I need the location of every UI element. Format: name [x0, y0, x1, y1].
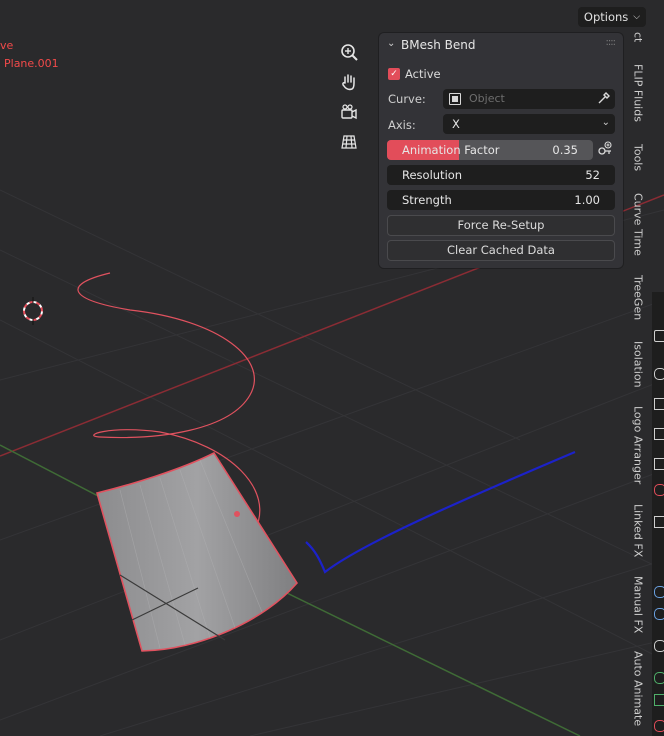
axis-dropdown[interactable]: X ⌄ — [443, 114, 615, 134]
sidebar-tab-logo-arranger[interactable]: Logo Arranger — [628, 404, 648, 486]
bmesh-bend-panel: ⌄ BMesh Bend :::: ✓ Active Curve: Object… — [379, 33, 623, 268]
active-label: Active — [405, 67, 441, 81]
zoom-icon[interactable] — [335, 38, 363, 66]
chevron-down-icon[interactable]: ⌄ — [387, 38, 395, 49]
object-label-plane: Plane.001 — [4, 57, 59, 70]
tool-icon[interactable] — [654, 516, 664, 528]
object-label-curve: ve — [0, 39, 14, 52]
sidebar-tab-linked-fx[interactable]: Linked FX — [628, 502, 648, 560]
panel-header[interactable]: ⌄ BMesh Bend :::: — [379, 33, 623, 57]
sidebar-tab-label: Linked FX — [631, 504, 645, 558]
3d-cursor-icon — [23, 297, 43, 325]
sidebar-tab-label: TreeGen — [631, 275, 645, 321]
curve-placeholder: Object — [469, 92, 505, 105]
sidebar-tab-label: Auto Animate — [631, 651, 645, 727]
tool-icon[interactable] — [654, 640, 664, 652]
tool-icon[interactable] — [654, 458, 664, 470]
tool-icon-strip — [652, 292, 664, 736]
tool-icon[interactable] — [654, 608, 664, 620]
tool-icon[interactable] — [654, 368, 664, 380]
tool-icon[interactable] — [654, 586, 664, 598]
sidebar-tab-manual-fx[interactable]: Manual FX — [628, 575, 648, 635]
tool-icon[interactable] — [654, 428, 664, 440]
resolution-field[interactable]: Resolution 52 — [387, 165, 615, 185]
animation-factor-label: Animation Factor — [402, 143, 500, 157]
active-checkbox-row[interactable]: ✓ Active — [388, 67, 441, 81]
tool-icon[interactable] — [654, 398, 664, 410]
sidebar-tab-ct[interactable]: ct — [628, 24, 648, 50]
resolution-value: 52 — [585, 168, 600, 182]
sidebar-tab-label: Logo Arranger — [631, 405, 645, 485]
animation-factor-value: 0.35 — [552, 143, 578, 157]
axis-value: X — [452, 117, 460, 131]
camera-icon[interactable] — [335, 98, 363, 126]
strength-field[interactable]: Strength 1.00 — [387, 190, 615, 210]
axis-label: Axis: — [388, 118, 416, 132]
bent-mesh — [96, 451, 298, 652]
sidebar-tab-auto-animate[interactable]: Auto Animate — [628, 651, 648, 727]
sidebar-tab-label: Tools — [631, 144, 645, 172]
force-resetup-button[interactable]: Force Re-Setup — [387, 215, 615, 236]
sidebar-tab-label: ct — [631, 31, 645, 43]
tool-icon[interactable] — [654, 330, 664, 342]
animation-factor-slider[interactable]: Animation Factor 0.35 — [387, 140, 593, 160]
chevron-down-icon: ⌄ — [601, 117, 610, 128]
tool-icon[interactable] — [654, 694, 664, 706]
eyedropper-icon[interactable] — [597, 91, 611, 108]
options-label: Options — [583, 10, 629, 24]
active-checkbox[interactable]: ✓ — [388, 68, 400, 80]
object-icon — [449, 93, 461, 105]
hand-pan-icon[interactable] — [335, 68, 363, 96]
drag-handle-icon[interactable]: :::: — [606, 37, 617, 48]
sidebar-tab-tools[interactable]: Tools — [628, 140, 648, 176]
origin-point — [234, 511, 240, 517]
curve-object-field[interactable]: Object — [443, 89, 615, 109]
sidebar-tab-label: FLIP Fluids — [631, 64, 645, 122]
sidebar-tab-label: Manual FX — [631, 576, 645, 634]
tool-icon[interactable] — [654, 672, 664, 684]
grid-perspective-icon[interactable] — [335, 128, 363, 156]
sidebar-tab-isolation[interactable]: Isolation — [628, 338, 648, 390]
tool-icon[interactable] — [654, 484, 664, 496]
clear-cached-data-button[interactable]: Clear Cached Data — [387, 240, 615, 261]
sidebar-tab-label: Isolation — [631, 340, 645, 388]
y-axis-line-right — [249, 574, 581, 736]
floor-grid — [0, 189, 664, 736]
strength-label: Strength — [402, 193, 452, 207]
curve-label: Curve: — [388, 92, 426, 106]
tool-icon[interactable] — [654, 720, 664, 732]
strength-value: 1.00 — [574, 193, 600, 207]
sidebar-tab-flip-fluids[interactable]: FLIP Fluids — [628, 62, 648, 124]
3d-viewport[interactable]: ve Plane.001 Options ⌵ ⌄ BMesh Bend ::::… — [0, 0, 664, 736]
keyframe-icon[interactable] — [595, 139, 615, 159]
panel-title: BMesh Bend — [401, 38, 476, 52]
sidebar-tab-treegen[interactable]: TreeGen — [628, 274, 648, 322]
resolution-label: Resolution — [402, 168, 463, 182]
sidebar-tab-curve-time[interactable]: Curve Time — [628, 192, 648, 256]
sidebar-tab-label: Curve Time — [631, 192, 645, 256]
